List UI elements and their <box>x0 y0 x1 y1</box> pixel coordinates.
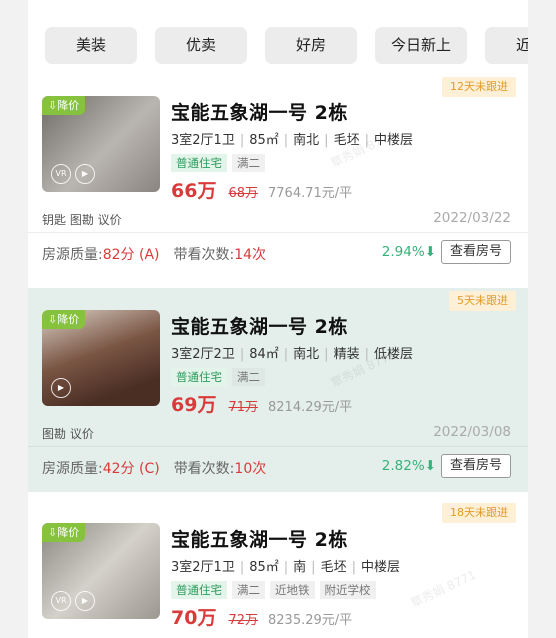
old-price: 72万 <box>228 613 258 628</box>
listing-tags: 普通住宅 满二 近地铁 附近学校 <box>171 579 381 599</box>
vr-icon: VR <box>51 591 71 611</box>
old-price: 68万 <box>228 186 258 201</box>
price-drop-icon: ⇩ <box>48 313 58 326</box>
price-drop-icon: ⇩ <box>48 526 58 539</box>
video-icon: ▶ <box>75 591 95 611</box>
tag: 满二 <box>232 154 265 172</box>
filter-chip-good-house[interactable]: 好房 <box>265 27 357 64</box>
listing-photo[interactable]: ⇩降价 VR ▶ <box>42 96 160 192</box>
total-price: 70万 <box>171 607 217 629</box>
listing-specs: 3室2厅1卫 | 85㎡ | 南 | 毛坯 | 中楼层 <box>171 560 400 575</box>
listing-stats: 房源质量:82分 (A) 带看次数:14次 <box>42 247 267 263</box>
price-row: 66万 68万 7764.71元/平 <box>171 176 352 203</box>
listing-date: 2022/03/08 <box>433 424 511 440</box>
price-drop-icon: ⇩ <box>48 99 58 112</box>
tag: 附近学校 <box>319 581 376 599</box>
price-row: 69万 71万 8214.29元/平 <box>171 390 352 417</box>
filter-chip-decor[interactable]: 美装 <box>45 27 137 64</box>
vr-icon: VR <box>51 164 71 184</box>
follow-up-badge: 12天未跟进 <box>442 77 516 97</box>
listing-specs: 3室2厅2卫 | 84㎡ | 南北 | 精装 | 低楼层 <box>171 347 413 362</box>
tag: 普通住宅 <box>171 154 227 172</box>
listing-card[interactable]: 18天未跟进 ⇩降价 VR ▶ 宝能五象湖一号 2栋 3室2厅1卫 | 85㎡ | 南 |… <box>28 500 528 638</box>
video-icon: ▶ <box>75 164 95 184</box>
unit-price: 7764.71元/平 <box>268 186 353 201</box>
total-price: 66万 <box>171 180 217 202</box>
listing-stats: 房源质量:42分 (C) 带看次数:10次 <box>42 461 267 477</box>
listing-card[interactable]: 12天未跟进 ⇩降价 VR ▶ 宝能五象湖一号 2栋 3室2厅1卫 | 85㎡ | 南北… <box>28 72 528 278</box>
listing-keywords: 图勘 议价 <box>42 427 94 441</box>
tag: 普通住宅 <box>171 368 227 386</box>
tag: 近地铁 <box>270 581 315 599</box>
listing-photo[interactable]: ⇩降价 ▶ <box>42 310 160 406</box>
view-room-number-button[interactable]: 查看房号 <box>441 240 511 264</box>
price-drop-badge: ⇩降价 <box>42 310 86 329</box>
filter-chip-good-sale[interactable]: 优卖 <box>155 27 247 64</box>
listing-specs: 3室2厅1卫 | 85㎡ | 南北 | 毛坯 | 中楼层 <box>171 133 413 148</box>
listing-photo[interactable]: ⇩降价 VR ▶ <box>42 523 160 619</box>
video-icon: ▶ <box>51 378 71 398</box>
listing-title: 宝能五象湖一号 2栋 <box>171 529 348 551</box>
listing-date: 2022/03/22 <box>433 210 511 226</box>
listing-title: 宝能五象湖一号 2栋 <box>171 316 348 338</box>
filter-chip-recent[interactable]: 近期 <box>485 27 528 64</box>
unit-price: 8214.29元/平 <box>268 400 353 415</box>
price-row: 70万 72万 8235.29元/平 <box>171 603 352 630</box>
arrow-down-icon: ⬇ <box>424 458 436 474</box>
filter-chip-new-today[interactable]: 今日新上 <box>375 27 467 64</box>
listing-panel: 美装 优卖 好房 今日新上 近期 12天未跟进 ⇩降价 VR ▶ 宝能五象湖一号… <box>28 0 528 638</box>
listing-card[interactable]: 5天未跟进 ⇩降价 ▶ 宝能五象湖一号 2栋 3室2厅2卫 | 84㎡ | 南北 | 精装 |… <box>28 288 528 492</box>
listing-title: 宝能五象湖一号 2栋 <box>171 102 348 124</box>
view-room-number-button[interactable]: 查看房号 <box>441 454 511 478</box>
tag: 满二 <box>232 368 265 386</box>
total-price: 69万 <box>171 394 217 416</box>
price-drop-badge: ⇩降价 <box>42 523 86 542</box>
listing-tags: 普通住宅 满二 <box>171 366 270 386</box>
listing-keywords: 钥匙 图勘 议价 <box>42 213 122 227</box>
unit-price: 8235.29元/平 <box>268 613 353 628</box>
divider <box>28 446 528 447</box>
growth-rate: 2.94%⬇ <box>381 244 436 260</box>
tag: 普通住宅 <box>171 581 227 599</box>
old-price: 71万 <box>228 400 258 415</box>
divider <box>28 232 528 233</box>
price-drop-badge: ⇩降价 <box>42 96 86 115</box>
arrow-down-icon: ⬇ <box>424 244 436 260</box>
listing-tags: 普通住宅 满二 <box>171 152 270 172</box>
follow-up-badge: 18天未跟进 <box>442 503 516 523</box>
tag: 满二 <box>232 581 265 599</box>
growth-rate: 2.82%⬇ <box>381 458 436 474</box>
follow-up-badge: 5天未跟进 <box>449 291 516 311</box>
